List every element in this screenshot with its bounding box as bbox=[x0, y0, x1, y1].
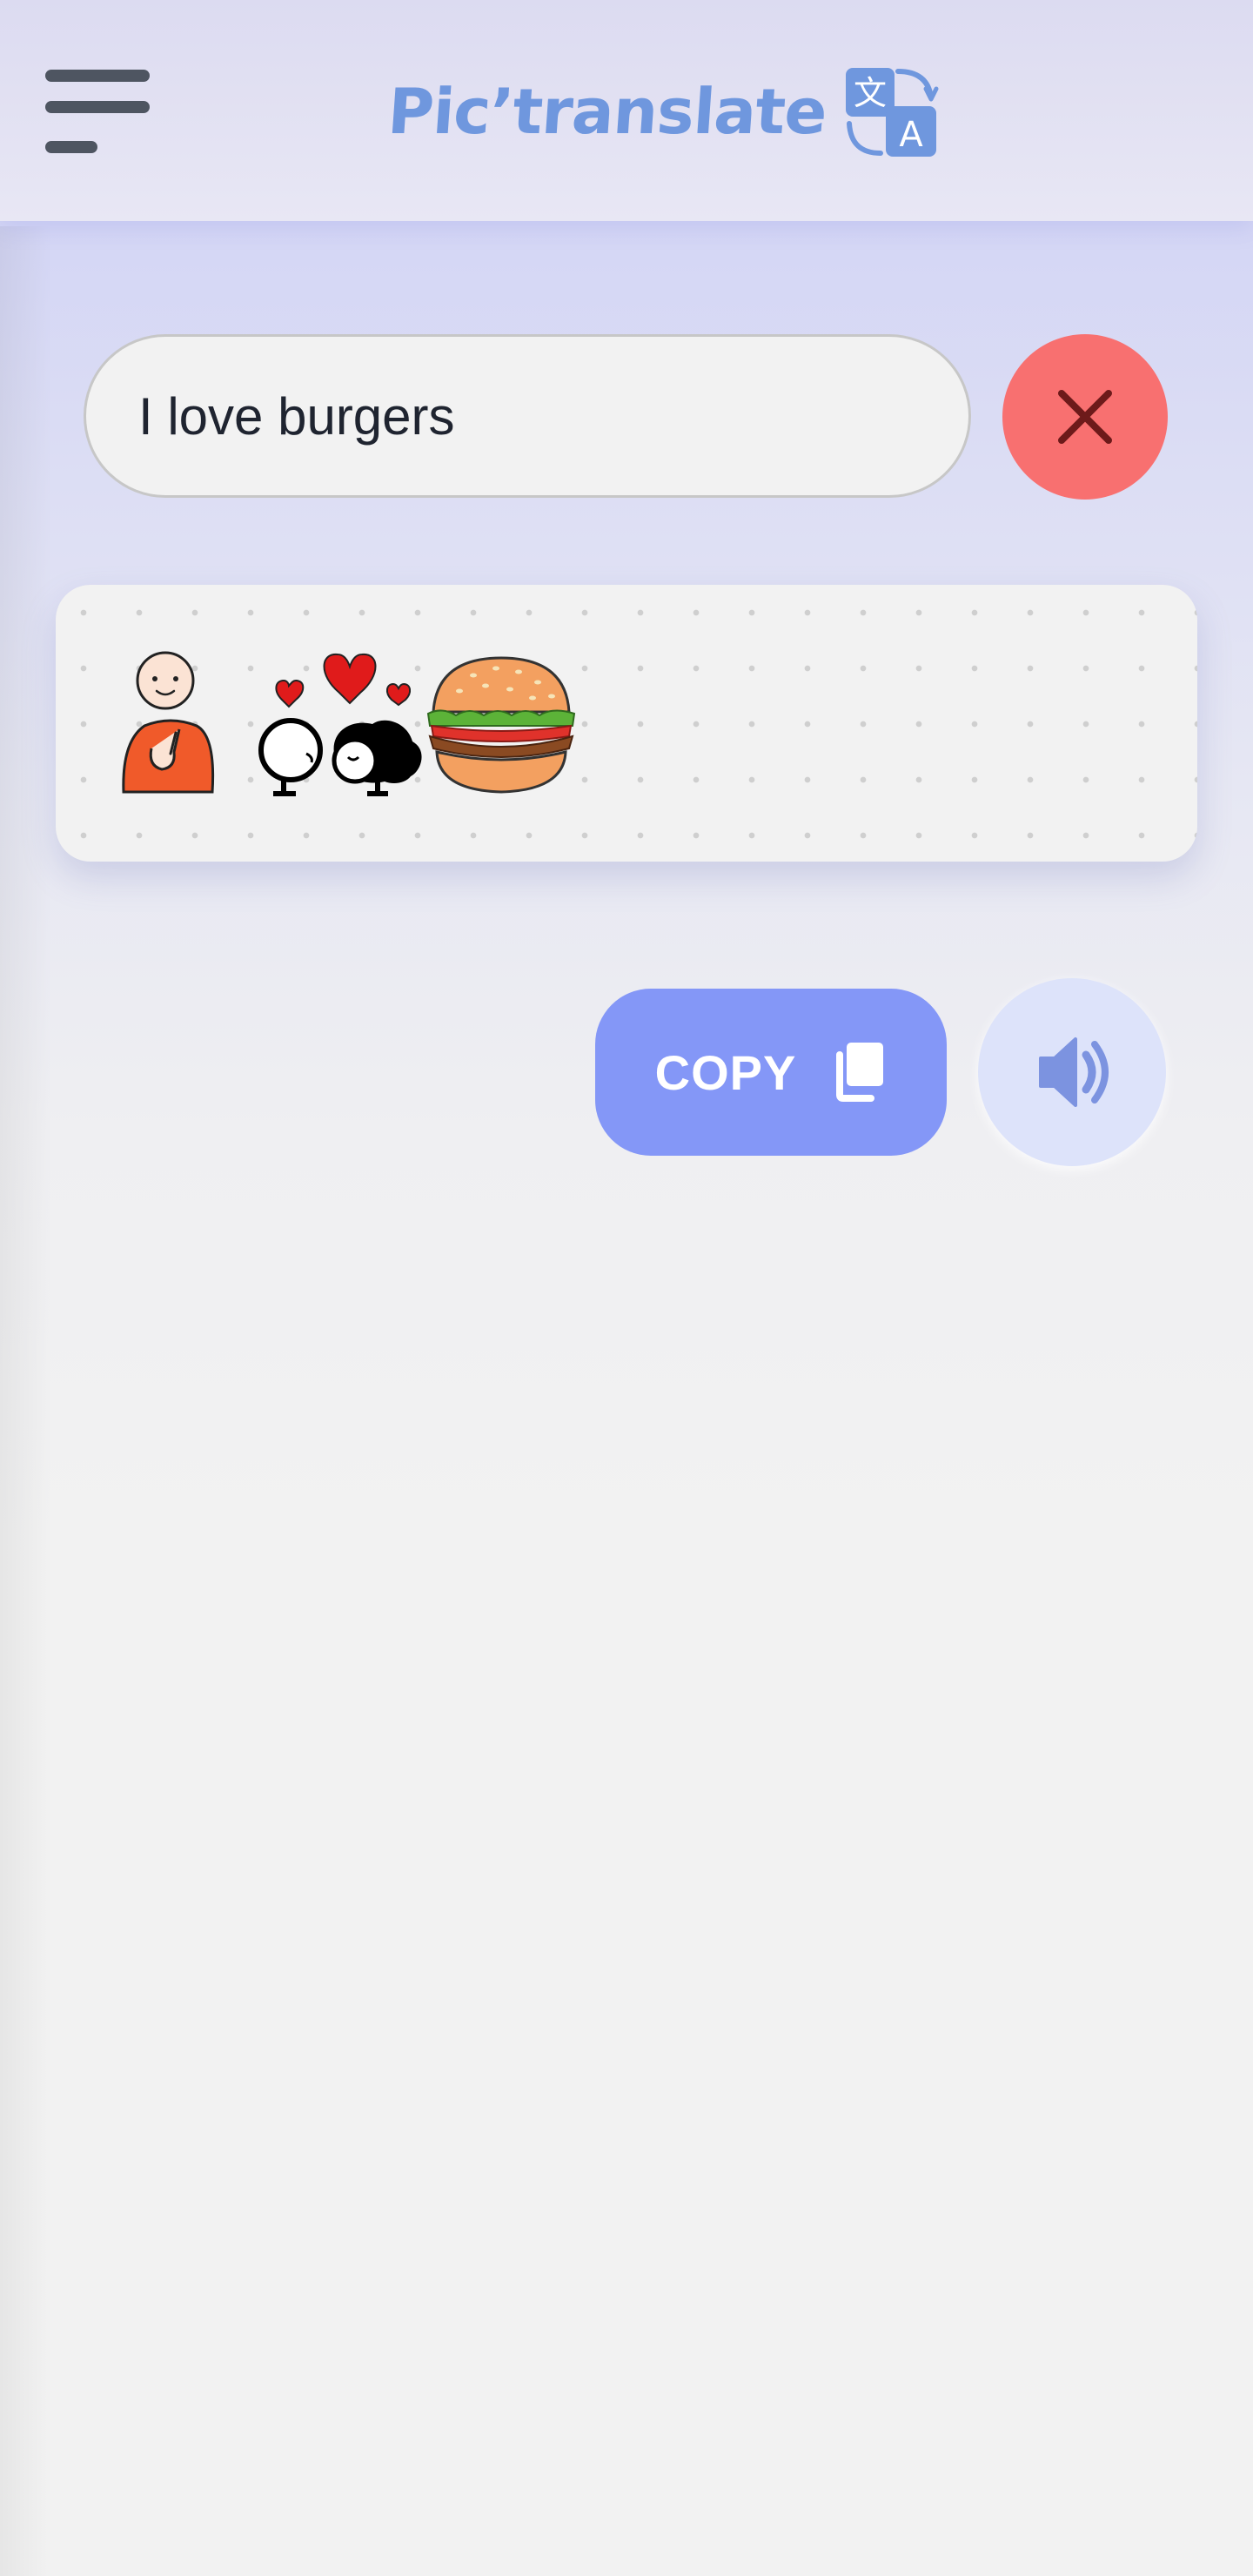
brand-name: Pic’translate bbox=[385, 75, 829, 148]
person-me-pictogram[interactable] bbox=[113, 646, 235, 802]
app-header: Pic’translate 文 A bbox=[0, 0, 1253, 221]
brand-logo: Pic’translate 文 A bbox=[385, 59, 940, 164]
speaker-icon bbox=[1039, 1037, 1109, 1107]
speak-button[interactable] bbox=[978, 978, 1166, 1166]
logo-glyph-top: 文 bbox=[854, 74, 887, 112]
sentence-input[interactable] bbox=[84, 334, 971, 498]
burger-pictogram[interactable] bbox=[425, 646, 578, 802]
translate-icon: 文 A bbox=[845, 68, 939, 157]
copy-icon bbox=[836, 1043, 884, 1102]
clear-button[interactable] bbox=[1002, 334, 1168, 500]
search-row bbox=[84, 334, 1171, 500]
copy-label: COPY bbox=[654, 1044, 797, 1100]
love-couple-hearts-pictogram[interactable] bbox=[258, 646, 432, 802]
close-icon bbox=[1058, 390, 1112, 444]
logo-glyph-bottom: A bbox=[899, 115, 923, 155]
pictogram-board bbox=[56, 585, 1197, 862]
hamburger-menu-icon[interactable] bbox=[38, 61, 153, 157]
copy-button[interactable]: COPY bbox=[595, 989, 947, 1156]
page-shade bbox=[0, 226, 52, 2576]
